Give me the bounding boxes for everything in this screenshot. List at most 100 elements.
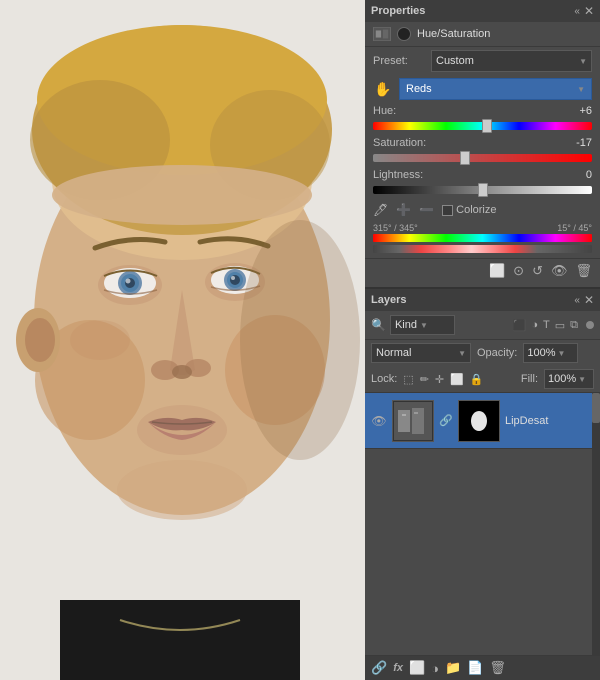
preset-row: Preset: Custom ▼ xyxy=(365,47,600,75)
channel-dropdown-arrow: ▼ xyxy=(577,85,585,94)
selection-color-bar xyxy=(373,245,592,253)
fill-adjustment-icon[interactable]: ◑ xyxy=(431,661,439,676)
huesat-title: Hue/Saturation xyxy=(417,28,490,40)
layers-title: Layers xyxy=(371,294,406,306)
new-group-icon[interactable]: 📁 xyxy=(445,660,461,676)
type-filter-icon[interactable]: T xyxy=(543,319,550,331)
opacity-value: 100% xyxy=(527,347,555,359)
lock-artboard-icon[interactable]: ⬜ xyxy=(450,373,464,386)
layer-visibility-eye[interactable]: 👁 xyxy=(371,414,387,428)
lock-pixels-icon[interactable]: ✏ xyxy=(420,373,429,386)
angle-right: 15° / 45° xyxy=(557,223,592,233)
hue-label: Hue: xyxy=(373,105,396,117)
blend-row: Normal ▼ Opacity: 100% ▼ xyxy=(365,340,600,366)
layers-close-icon[interactable]: ✕ xyxy=(584,293,594,307)
huesat-header: Hue/Saturation xyxy=(365,22,600,47)
lock-position-icon[interactable]: ✛ xyxy=(435,373,444,386)
saturation-section: Saturation: -17 xyxy=(365,135,600,167)
properties-panel-controls: « ✕ xyxy=(574,4,594,18)
blend-mode-value: Normal xyxy=(376,347,411,359)
eyedropper-icon[interactable]: 🖊 xyxy=(373,203,388,217)
lock-transparency-icon[interactable]: ⬚ xyxy=(403,373,413,386)
layer-item[interactable]: 👁 🔗 xyxy=(365,393,600,449)
fill-dropdown[interactable]: 100% ▼ xyxy=(544,369,594,389)
layer-link-icon[interactable]: 🔗 xyxy=(439,414,453,427)
properties-panel: Properties « ✕ Hue/Saturation Preset: C xyxy=(365,0,600,289)
layer-scrollbar[interactable] xyxy=(592,393,600,655)
remove-sample-icon[interactable]: ➖ xyxy=(419,203,434,217)
channel-dropdown[interactable]: Reds ▼ xyxy=(399,78,592,100)
saturation-slider[interactable] xyxy=(373,151,592,165)
properties-collapse-icon[interactable]: « xyxy=(574,6,580,17)
filter-toggle-dot[interactable] xyxy=(586,321,594,329)
lock-label: Lock: xyxy=(371,373,397,385)
mask-tool-icon[interactable]: ⬜ xyxy=(489,263,505,279)
layers-collapse-icon[interactable]: « xyxy=(574,295,580,306)
colorize-checkbox[interactable] xyxy=(442,205,453,216)
fx-icon[interactable]: fx xyxy=(393,662,403,674)
properties-title: Properties xyxy=(371,5,425,17)
lightness-slider[interactable] xyxy=(373,183,592,197)
angle-labels: 315° / 345° 15° / 45° xyxy=(373,223,592,233)
lightness-slider-thumb[interactable] xyxy=(478,183,488,197)
properties-close-icon[interactable]: ✕ xyxy=(584,4,594,18)
preset-dropdown[interactable]: Custom ▼ xyxy=(431,50,592,72)
shape-filter-icon[interactable]: ▭ xyxy=(555,319,565,332)
kind-dropdown-arrow: ▼ xyxy=(420,321,428,330)
visibility-eye-icon[interactable] xyxy=(397,27,411,41)
hand-tool-icon[interactable]: ✋ xyxy=(373,81,393,98)
properties-toolbar: ⬜ ⊙ ↺ 👁 🗑 xyxy=(365,258,600,283)
blend-mode-dropdown[interactable]: Normal ▼ xyxy=(371,343,471,363)
hue-slider-thumb[interactable] xyxy=(482,119,492,133)
colorize-label: Colorize xyxy=(456,204,496,216)
properties-titlebar: Properties « ✕ xyxy=(365,0,600,22)
lightness-value: 0 xyxy=(568,169,592,181)
layers-bottom-toolbar: 🔗 fx ⬜ ◑ 📁 📄 🗑 xyxy=(365,655,600,680)
lock-all-icon[interactable]: 🔒 xyxy=(470,373,484,386)
colorize-checkbox-row: Colorize xyxy=(442,204,496,216)
add-mask-icon[interactable]: ⬜ xyxy=(409,660,425,676)
lightness-label: Lightness: xyxy=(373,169,423,181)
layer-scrollbar-thumb[interactable] xyxy=(592,393,600,423)
hue-section: Hue: +6 xyxy=(365,103,600,135)
preset-label: Preset: xyxy=(373,55,425,67)
delete-adjustment-icon[interactable]: 🗑 xyxy=(575,263,592,279)
angle-left: 315° / 345° xyxy=(373,223,418,233)
channel-value: Reds xyxy=(406,83,432,95)
opacity-arrow: ▼ xyxy=(558,349,566,358)
new-layer-icon[interactable]: 📄 xyxy=(467,660,483,676)
link-layers-icon[interactable]: 🔗 xyxy=(371,660,387,676)
adjustment-filter-icon[interactable]: ◑ xyxy=(531,319,538,331)
hue-color-bar xyxy=(373,234,592,242)
kind-dropdown[interactable]: Kind ▼ xyxy=(390,315,455,335)
layer-thumbnail xyxy=(392,400,434,442)
right-panel: Properties « ✕ Hue/Saturation Preset: C xyxy=(365,0,600,680)
saturation-value: -17 xyxy=(568,137,592,149)
hue-value: +6 xyxy=(568,105,592,117)
layer-name: LipDesat xyxy=(505,415,594,427)
tools-row: 🖊 ➕ ➖ Colorize xyxy=(365,199,600,221)
layer-list: 👁 🔗 xyxy=(365,393,600,655)
preset-dropdown-arrow: ▼ xyxy=(579,57,587,66)
saturation-label: Saturation: xyxy=(373,137,426,149)
color-bars: 315° / 345° 15° / 45° xyxy=(365,221,600,258)
search-icon: 🔍 xyxy=(371,318,386,332)
preset-value: Custom xyxy=(436,55,474,67)
add-sample-icon[interactable]: ➕ xyxy=(396,203,411,217)
saturation-slider-thumb[interactable] xyxy=(460,151,470,165)
layers-panel-controls: « ✕ xyxy=(574,293,594,307)
layers-panel: Layers « ✕ 🔍 Kind ▼ ⬛ ◑ T ▭ ⧉ xyxy=(365,289,600,680)
saturation-slider-bg xyxy=(373,154,592,162)
pixel-filter-icon[interactable]: ⬛ xyxy=(513,319,527,332)
delete-layer-icon[interactable]: 🗑 xyxy=(489,660,506,676)
history-icon[interactable]: ↺ xyxy=(532,263,543,279)
opacity-dropdown[interactable]: 100% ▼ xyxy=(523,343,578,363)
lock-icons: ⬚ ✏ ✛ ⬜ 🔒 xyxy=(403,373,483,386)
shape-tool-icon[interactable]: ⊙ xyxy=(513,263,524,279)
hue-slider[interactable] xyxy=(373,119,592,133)
channel-row: ✋ Reds ▼ xyxy=(365,75,600,103)
lock-row: Lock: ⬚ ✏ ✛ ⬜ 🔒 Fill: 100% ▼ xyxy=(365,366,600,393)
smart-filter-icon[interactable]: ⧉ xyxy=(570,319,578,332)
layers-kind-row: 🔍 Kind ▼ ⬛ ◑ T ▭ ⧉ xyxy=(365,311,600,340)
visibility-toggle-icon[interactable]: 👁 xyxy=(551,263,568,279)
